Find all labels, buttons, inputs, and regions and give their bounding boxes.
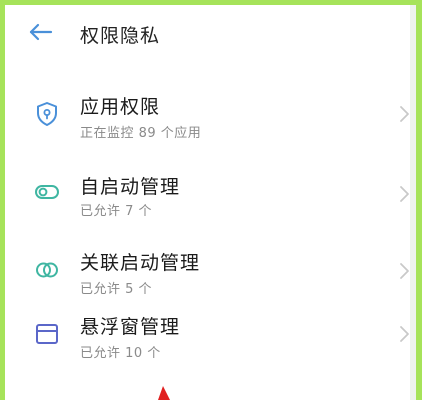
list-item-app-permissions[interactable]: 应用权限 正在监控 89 个应用 (5, 78, 410, 150)
chevron-right-icon (400, 263, 409, 279)
linked-rings-icon (36, 262, 58, 278)
shield-lock-icon (37, 102, 57, 126)
toggle-icon (35, 185, 59, 199)
list-item-linked-startup[interactable]: 关联启动管理 已允许 5 个 (5, 234, 410, 306)
chevron-right-icon (400, 106, 409, 122)
chevron-right-icon (400, 326, 409, 342)
frame-border-right (416, 0, 422, 400)
item-subtitle: 已允许 7 个 (80, 204, 153, 219)
list-item-autostart[interactable]: 自启动管理 已允许 7 个 (5, 156, 410, 228)
item-label: 应用权限 (80, 96, 161, 118)
item-label: 关联启动管理 (80, 252, 201, 274)
app-header: 权限隐私 (5, 5, 410, 63)
page-title: 权限隐私 (80, 25, 161, 47)
red-arrow-annotation (158, 386, 170, 400)
floating-window-icon (36, 324, 58, 344)
item-label: 自启动管理 (80, 176, 181, 198)
item-label: 悬浮窗管理 (80, 316, 181, 338)
list-item-floating-window[interactable]: 悬浮窗管理 已允许 10 个 (5, 304, 410, 376)
chevron-right-icon (400, 186, 409, 202)
back-button[interactable] (25, 17, 59, 47)
item-subtitle: 已允许 5 个 (80, 282, 153, 297)
item-subtitle: 已允许 10 个 (80, 346, 161, 361)
back-arrow-icon (29, 23, 53, 41)
item-subtitle: 正在监控 89 个应用 (80, 126, 202, 141)
